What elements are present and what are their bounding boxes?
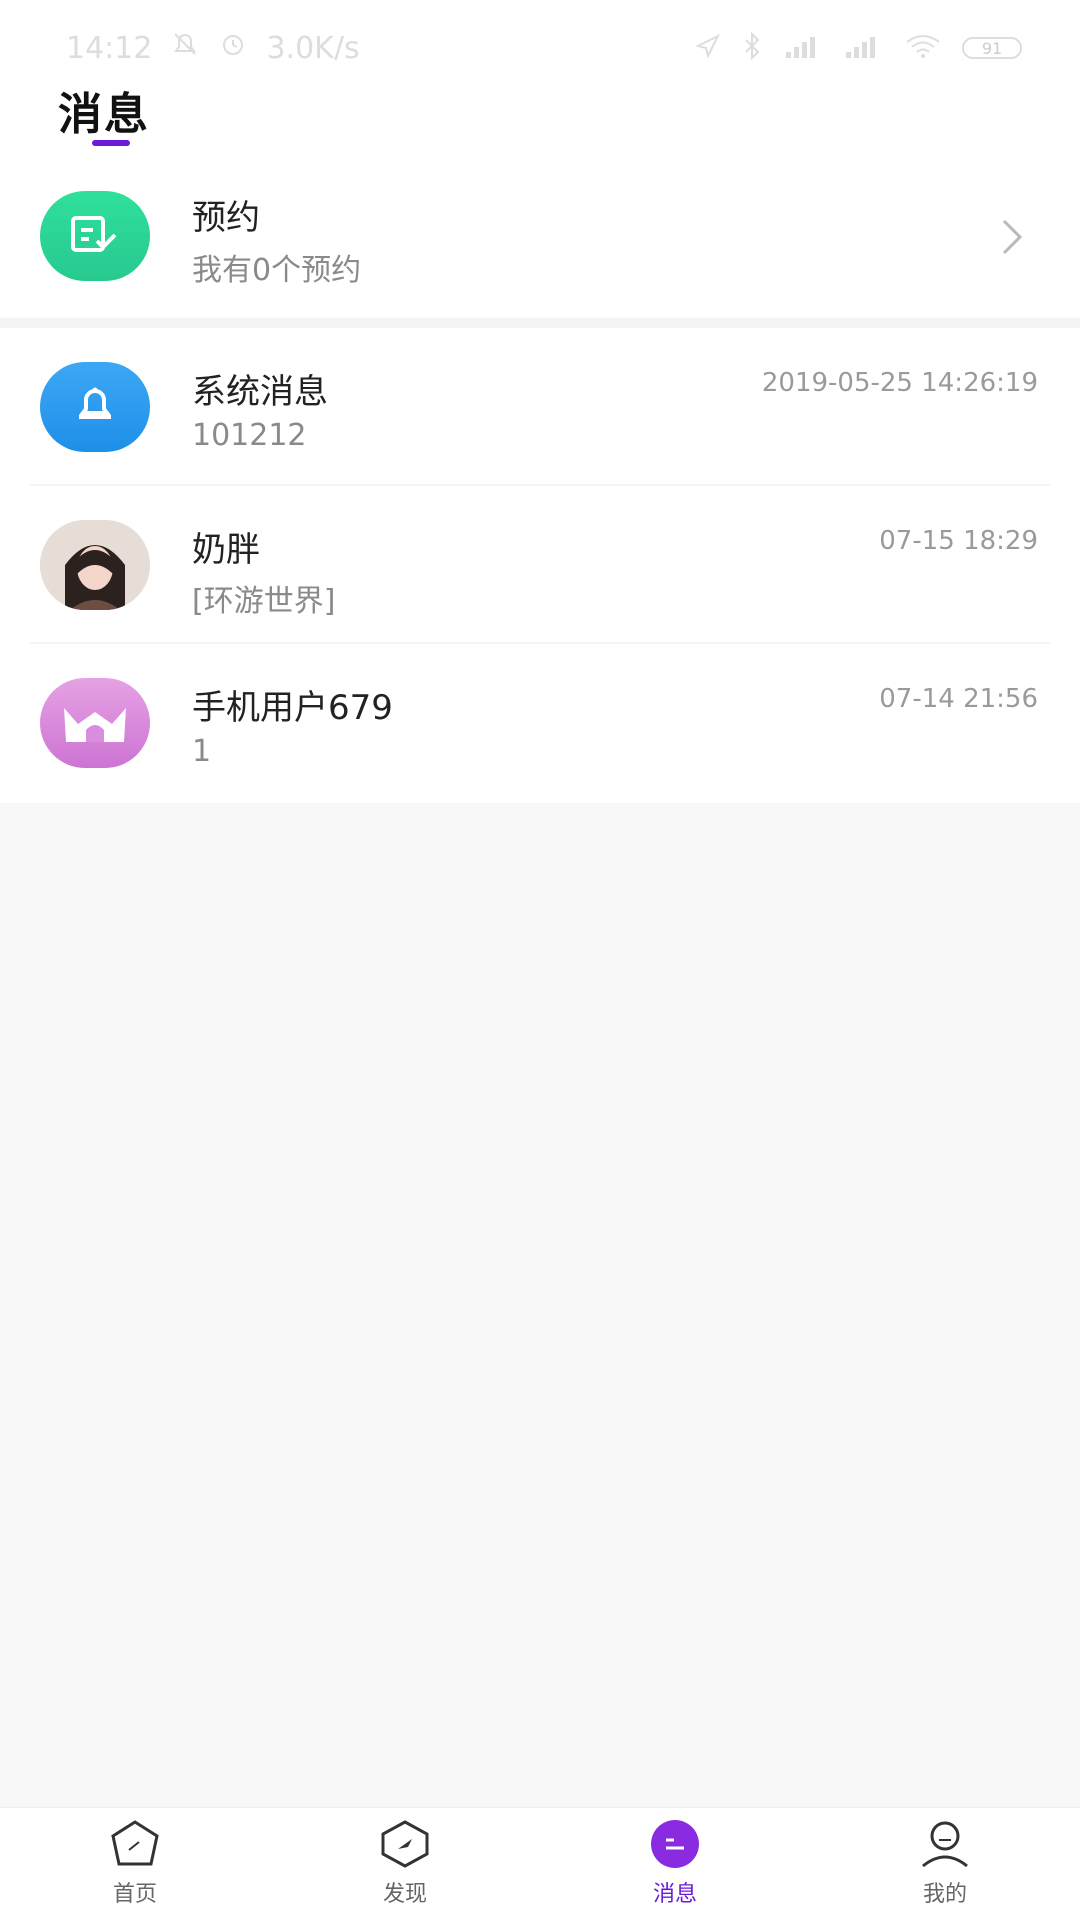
page-title: 消息 [58,89,150,140]
nav-profile[interactable]: 我的 [855,1816,1035,1920]
battery-indicator: 91 [962,37,1022,59]
reservation-icon [67,212,123,260]
message-title: 系统消息 [192,372,328,412]
message-preview: [环游世界] [192,584,336,619]
bottom-navigation: 首页 发现 消息 我的 [0,1807,1080,1920]
section-gap [0,318,1080,328]
user-photo-avatar [40,520,150,610]
message-title: 手机用户679 [192,688,393,728]
battery-level: 91 [981,38,1003,58]
cat-logo-avatar [40,678,150,768]
message-list: 系统消息 101212 2019-05-25 14:26:19 奶胖 [环游世界… [0,328,1080,803]
message-title: 奶胖 [192,530,260,570]
profile-icon [914,1816,976,1872]
page-header: 消息 [0,60,1080,155]
nav-discover[interactable]: 发现 [315,1816,495,1920]
nav-label-profile: 我的 [922,1882,967,1907]
nav-messages[interactable]: 消息 [585,1816,765,1920]
chevron-right-icon [992,215,1032,259]
system-avatar [40,362,150,452]
cat-logo-icon [52,690,138,756]
message-row-system[interactable]: 系统消息 101212 2019-05-25 14:26:19 [0,328,1080,486]
nav-label-home: 首页 [112,1882,157,1907]
message-time: 07-15 18:29 [879,526,1038,556]
message-time: 07-14 21:56 [879,684,1038,714]
bell-icon [71,381,119,433]
reservation-entry[interactable]: 预约 我有0个预约 [0,155,1080,318]
compass-icon [374,1816,436,1872]
nav-label-discover: 发现 [382,1882,427,1907]
nav-label-messages: 消息 [652,1882,697,1907]
message-row-user-1[interactable]: 奶胖 [环游世界] 07-15 18:29 [0,486,1080,644]
reservation-title: 预约 [192,198,260,238]
message-row-user-2[interactable]: 手机用户679 1 07-14 21:56 [0,644,1080,802]
message-icon [644,1816,706,1872]
message-preview: 101212 [192,418,307,453]
message-time: 2019-05-25 14:26:19 [761,368,1038,398]
message-preview: 1 [192,734,212,769]
home-icon [104,1816,166,1872]
reservation-avatar [40,191,150,281]
title-underline [92,140,130,146]
reservation-subtitle: 我有0个预约 [192,253,362,288]
nav-home[interactable]: 首页 [45,1816,225,1920]
messages-screen: 14:12 3.0K/s 91 消息 预约 我有0个预约 系统消息 101212… [0,0,1080,1920]
